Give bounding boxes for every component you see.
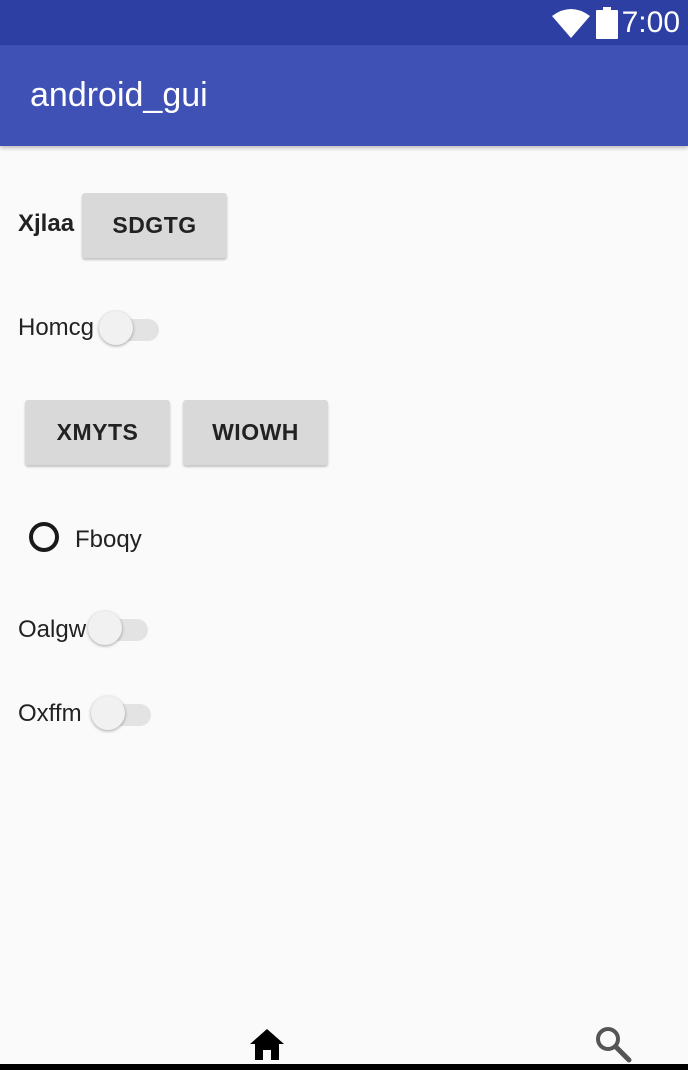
oxffm-label: Oxffm [18,700,82,727]
sdgtg-button[interactable]: SDGTG [82,193,227,258]
wiowh-button[interactable]: WIOWH [183,400,328,465]
xmyts-button[interactable]: XMYTS [25,400,170,465]
fboqy-radio-label[interactable]: Fboqy [75,526,142,554]
battery-icon [596,7,618,39]
bottom-edge [0,1064,688,1070]
app-title: android_gui [30,76,208,114]
switch-thumb [88,611,122,645]
switch-thumb [99,311,133,345]
xjlaa-label: Xjlaa [18,210,75,237]
search-icon[interactable] [594,1025,632,1063]
home-icon[interactable] [249,1026,285,1062]
oalgw-label: Oalgw [18,616,87,643]
switch-thumb [91,696,125,730]
app-bar: android_gui [0,45,688,146]
status-bar: 7:00 [0,0,688,45]
oxffm-switch[interactable] [91,694,153,734]
fboqy-radio-button[interactable] [29,522,59,552]
homcg-switch[interactable] [99,309,161,349]
oalgw-switch[interactable] [88,609,150,649]
wifi-icon [552,9,590,38]
status-time: 7:00 [621,6,680,39]
homcg-label: Homcg [18,314,95,341]
